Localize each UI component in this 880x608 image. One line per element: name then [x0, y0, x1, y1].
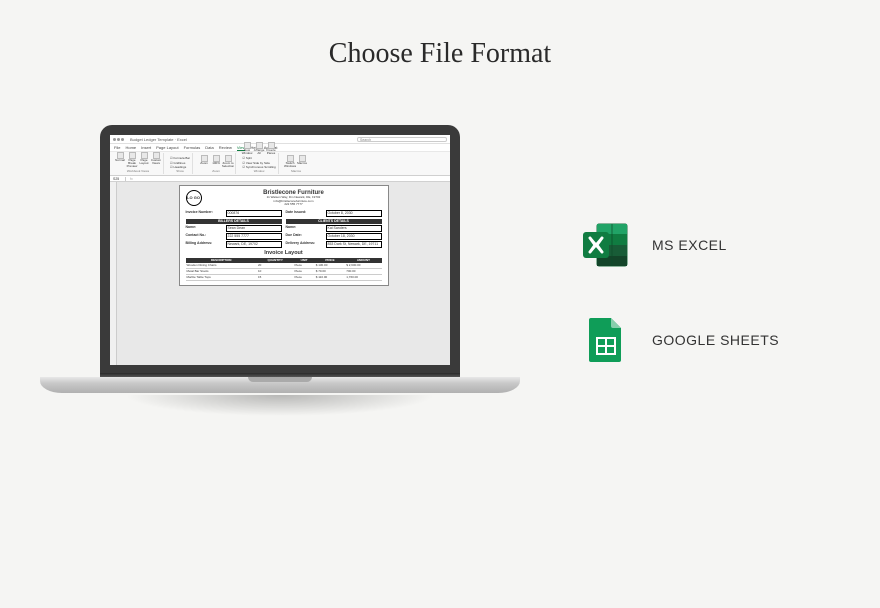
laptop-base [40, 377, 520, 393]
row-headers [110, 182, 117, 365]
laptop-shadow [60, 395, 500, 445]
ribbon-group-window: New Window Arrange All Freeze Panes Spli… [240, 153, 279, 174]
menu-file: File [114, 145, 120, 150]
menu-insert: Insert [141, 145, 151, 150]
billers-header: BILLERS DETAILS [186, 219, 282, 224]
menu-home: Home [125, 145, 136, 150]
menu-review: Review [219, 145, 232, 150]
page-title: Choose File Format [0, 38, 880, 70]
window-controls [113, 138, 124, 141]
company-phone: 222 555 7777 [206, 203, 382, 207]
menu-formulas: Formulas [184, 145, 201, 150]
search-box: Search [357, 137, 447, 142]
option-label: MS EXCEL [652, 237, 727, 253]
invoice-table: DESCRIPTION QUANTITY UNIT PRICE AMOUNT W… [186, 258, 382, 281]
page-layout-view: LO GO Bristlecone Furniture 11 Watson Wa… [117, 182, 450, 365]
window-title: Budget Ledger Template · Excel [130, 137, 187, 142]
ribbon-group-views: Normal Page Break Preview Page Layout Cu… [113, 153, 164, 174]
format-options: MS EXCEL GOOGLE SHEETS [580, 220, 779, 365]
ribbon-group-show: Formula Bar Gridlines Headings Show [168, 153, 193, 174]
clients-header: CLIENTS DETAILS [286, 219, 382, 224]
laptop-preview: Budget Ledger Template · Excel Search Fi… [40, 125, 520, 460]
spreadsheet-grid: LO GO Bristlecone Furniture 11 Watson Wa… [110, 182, 450, 365]
option-label: GOOGLE SHEETS [652, 332, 779, 348]
option-ms-excel[interactable]: MS EXCEL [580, 220, 779, 270]
table-row: Marble Table Tops15Piece$ 110.001,760.00 [186, 274, 382, 280]
ribbon-group-zoom: Zoom 100% Zoom to Selection Zoom [197, 153, 236, 174]
content-row: Budget Ledger Template · Excel Search Fi… [0, 125, 880, 460]
date-issued-label: Date Issued: [286, 210, 326, 217]
excel-titlebar: Budget Ledger Template · Excel Search [110, 135, 450, 144]
menu-data: Data [205, 145, 213, 150]
cell-reference: S25 [112, 177, 126, 181]
invoice-document: LO GO Bristlecone Furniture 11 Watson Wa… [179, 185, 389, 286]
invoice-number: 000876 [226, 210, 282, 217]
logo-placeholder: LO GO [186, 190, 202, 206]
excel-app-screenshot: Budget Ledger Template · Excel Search Fi… [110, 135, 450, 365]
excel-icon [580, 220, 630, 270]
laptop-screen: Budget Ledger Template · Excel Search Fi… [100, 125, 460, 375]
excel-menu-bar: File Home Insert Page Layout Formulas Da… [110, 144, 450, 152]
google-sheets-icon [580, 315, 630, 365]
option-google-sheets[interactable]: GOOGLE SHEETS [580, 315, 779, 365]
invoice-number-label: Invoice Number: [186, 210, 226, 217]
ribbon-group-macros: Switch Windows Macros Macros [283, 153, 309, 174]
invoice-layout-title: Invoice Layout [186, 250, 382, 256]
menu-page-layout: Page Layout [156, 145, 178, 150]
date-issued: October 8, 2030 [326, 210, 382, 217]
excel-ribbon: Normal Page Break Preview Page Layout Cu… [110, 152, 450, 176]
